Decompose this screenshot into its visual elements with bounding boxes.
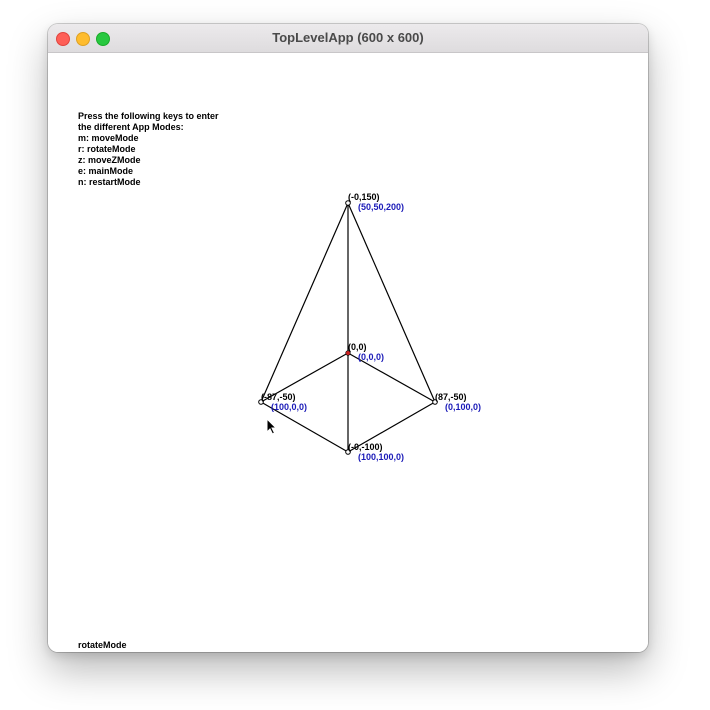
vertex-world-label: (50,50,200) [358,202,404,212]
current-mode-label: rotateMode [78,640,127,650]
vertex-left[interactable]: (-87,-50) (100,0,0) [258,392,307,412]
vertex-bottom[interactable]: (-0,-100) (100,100,0) [345,442,404,462]
title-bar[interactable]: TopLevelApp (600 x 600) [48,24,648,53]
edge-apex-left [260,202,349,403]
window-title: TopLevelApp (600 x 600) [272,30,424,45]
edge-apex-right [347,202,436,403]
vertex-world-label: (100,100,0) [358,452,404,462]
vertex-world-label: (100,0,0) [271,402,307,412]
vertex-world-label: (0,0,0) [358,352,384,362]
pyramid-edges [260,202,436,453]
vertex-screen-label: (-0,150) [348,192,380,202]
vertex-screen-label: (-0,-100) [348,442,383,452]
app-window: TopLevelApp (600 x 600) Press the follow… [48,24,648,652]
vertex-screen-label: (-87,-50) [261,392,296,402]
vertex-apex[interactable]: (-0,150) (50,50,200) [345,192,404,212]
drawing-canvas[interactable]: Press the following keys to enter the di… [48,53,648,652]
pyramid-scene[interactable]: (-0,150) (50,50,200) (0,0) (0,0,0) (-87,… [48,53,648,652]
vertex-world-label: (0,100,0) [445,402,481,412]
vertex-right[interactable]: (87,-50) (0,100,0) [432,392,481,412]
vertex-origin[interactable]: (0,0) (0,0,0) [345,342,384,362]
vertex-screen-label: (0,0) [348,342,367,352]
vertex-screen-label: (87,-50) [435,392,467,402]
mouse-cursor-icon [266,417,278,435]
